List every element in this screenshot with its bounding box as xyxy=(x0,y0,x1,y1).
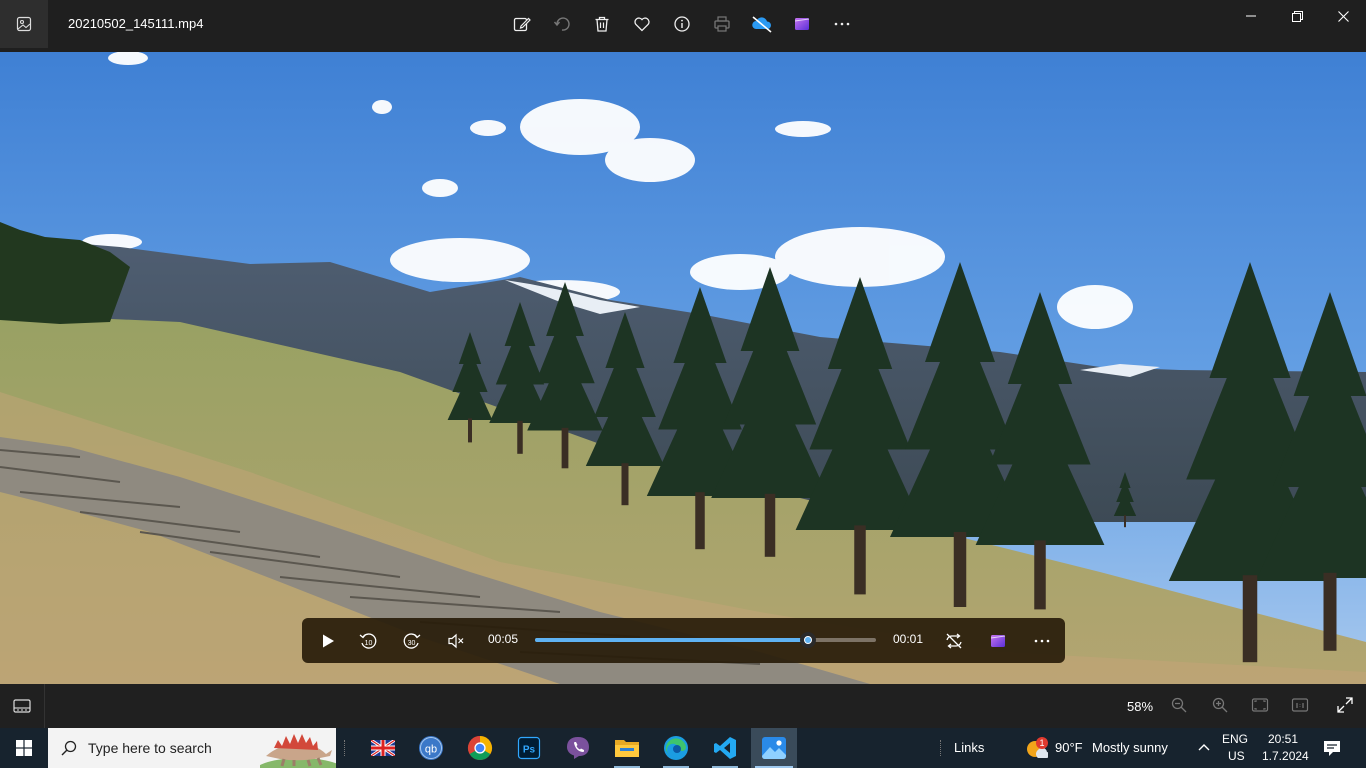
chrome-icon[interactable] xyxy=(457,728,503,768)
remaining-time: 00:01 xyxy=(893,632,924,646)
current-time: 00:05 xyxy=(488,632,519,646)
photos-icon[interactable] xyxy=(751,728,797,768)
search-highlight-dinosaur-icon xyxy=(260,734,336,768)
clock-date[interactable]: 1.7.2024 xyxy=(1262,749,1309,763)
edit-image-icon[interactable] xyxy=(502,4,542,44)
weather-badge: 1 xyxy=(1036,737,1048,749)
links-toolbar-label[interactable]: Links xyxy=(954,740,984,755)
title-bar: 20210502_145111.mp4 xyxy=(0,0,1366,52)
zoom-level: 58% xyxy=(1127,699,1154,714)
qb-label: qb xyxy=(425,744,437,756)
video-frame[interactable] xyxy=(0,52,1366,684)
minimize-icon[interactable] xyxy=(1228,0,1274,32)
clipchamp-icon[interactable] xyxy=(782,4,822,44)
file-explorer-icon[interactable] xyxy=(604,728,650,768)
rewind-10-icon[interactable]: 10 xyxy=(350,618,386,663)
fullscreen-icon[interactable] xyxy=(1336,696,1356,716)
close-icon[interactable] xyxy=(1320,0,1366,32)
english-uk-flag-icon[interactable] xyxy=(360,728,406,768)
filmstrip-icon[interactable] xyxy=(0,684,45,728)
weather-temperature[interactable]: 90°F xyxy=(1055,740,1083,755)
forward-30-icon[interactable]: 30 xyxy=(394,618,430,663)
rotate-icon[interactable] xyxy=(542,4,582,44)
show-hidden-icons-chevron-icon[interactable] xyxy=(1196,740,1214,756)
seek-bar[interactable] xyxy=(535,632,876,648)
more-options-icon[interactable] xyxy=(822,4,862,44)
actual-size-icon[interactable] xyxy=(1291,696,1311,716)
viber-icon[interactable] xyxy=(555,728,601,768)
clipchamp-icon[interactable] xyxy=(980,618,1016,663)
weather-condition[interactable]: Mostly sunny xyxy=(1092,740,1168,755)
repeat-off-icon[interactable] xyxy=(936,618,972,663)
landscape-scene-image xyxy=(0,52,1366,684)
fit-to-window-icon[interactable] xyxy=(1251,696,1271,716)
windows-start-icon[interactable] xyxy=(0,728,48,768)
seek-progress xyxy=(535,638,808,642)
search-icon xyxy=(61,740,77,756)
more-icon[interactable] xyxy=(1024,618,1060,663)
taskbar-search-box[interactable]: Type here to search xyxy=(48,728,336,768)
viewer-status-bar: 58% xyxy=(0,684,1366,728)
delete-icon[interactable] xyxy=(582,4,622,44)
forward-30-label: 30 xyxy=(408,640,416,647)
restore-icon[interactable] xyxy=(1274,0,1320,32)
language-indicator[interactable]: ENG xyxy=(1222,732,1248,746)
photos-app-icon[interactable] xyxy=(0,0,48,48)
window-title: 20210502_145111.mp4 xyxy=(68,16,204,31)
search-placeholder: Type here to search xyxy=(88,740,212,756)
clock-time[interactable]: 20:51 xyxy=(1268,732,1298,746)
mute-icon[interactable] xyxy=(438,618,474,663)
windows-taskbar: Type here to search qb Ps Links 1 90°F M… xyxy=(0,728,1366,768)
seek-thumb[interactable] xyxy=(799,632,816,648)
action-center-notifications-icon[interactable] xyxy=(1322,738,1344,758)
keyboard-layout-indicator[interactable]: US xyxy=(1228,749,1245,763)
edge-icon[interactable] xyxy=(653,728,699,768)
ps-label: Ps xyxy=(523,745,536,756)
onedrive-offline-icon[interactable] xyxy=(742,4,782,44)
qbittorrent-icon[interactable]: qb xyxy=(408,728,454,768)
info-icon[interactable] xyxy=(662,4,702,44)
rewind-10-label: 10 xyxy=(365,640,373,647)
photoshop-icon[interactable]: Ps xyxy=(506,728,552,768)
print-icon[interactable] xyxy=(702,4,742,44)
zoom-out-icon[interactable] xyxy=(1170,696,1190,716)
zoom-in-icon[interactable] xyxy=(1211,696,1231,716)
favorite-heart-icon[interactable] xyxy=(622,4,662,44)
play-icon[interactable] xyxy=(310,618,346,663)
vscode-icon[interactable] xyxy=(702,728,748,768)
